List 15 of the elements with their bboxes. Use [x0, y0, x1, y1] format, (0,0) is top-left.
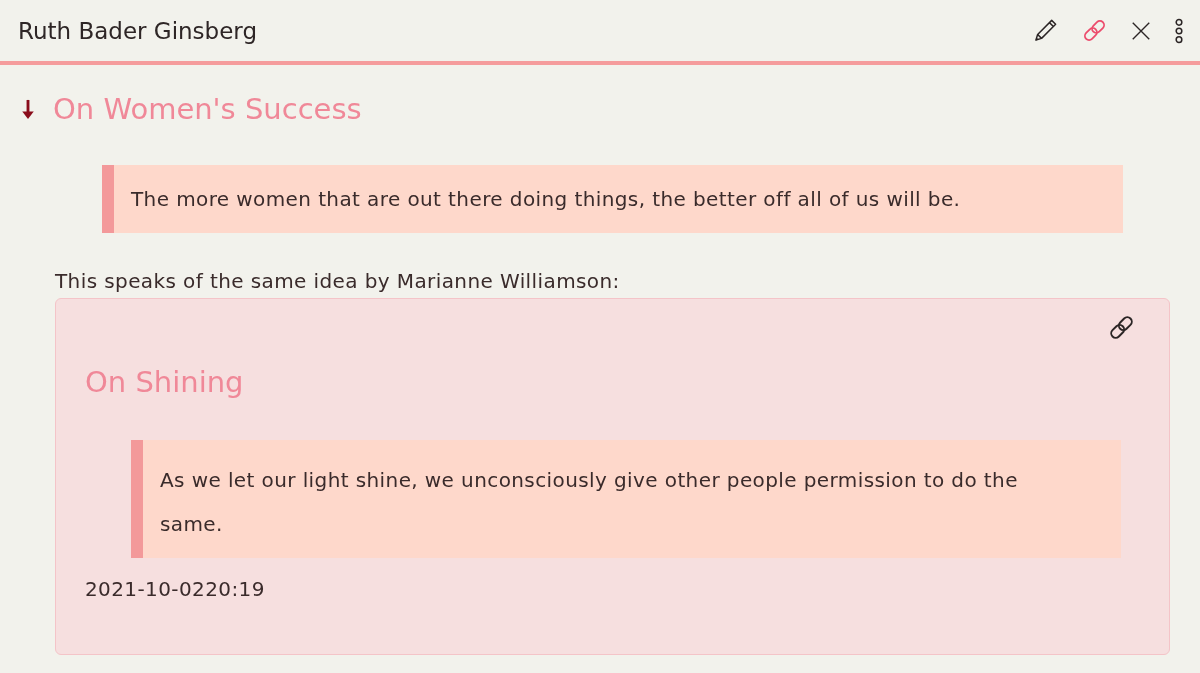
note-title: Ruth Bader Ginsberg [18, 17, 257, 44]
more-button[interactable] [1174, 17, 1184, 44]
link-icon [1107, 313, 1136, 342]
quote-text: The more women that are out there doing things, the better off all of us will be. [131, 186, 962, 213]
note-heading: On Women's Success [53, 91, 362, 128]
arrow-down-icon [20, 98, 36, 120]
quote-text: As we let our light shine, we unconsciously give other people permission to do the same. [160, 467, 1019, 538]
link-button[interactable] [1107, 313, 1136, 342]
linked-note-heading: On Shining [85, 364, 245, 401]
edit-button[interactable] [1032, 17, 1059, 44]
link-icon [1081, 17, 1108, 44]
body-text: This speaks of the same idea by Marianne Williamson: [55, 268, 621, 295]
more-icon [1174, 17, 1184, 44]
timestamp: 2021-10-0220:19 [85, 576, 266, 603]
pencil-icon [1032, 17, 1059, 44]
